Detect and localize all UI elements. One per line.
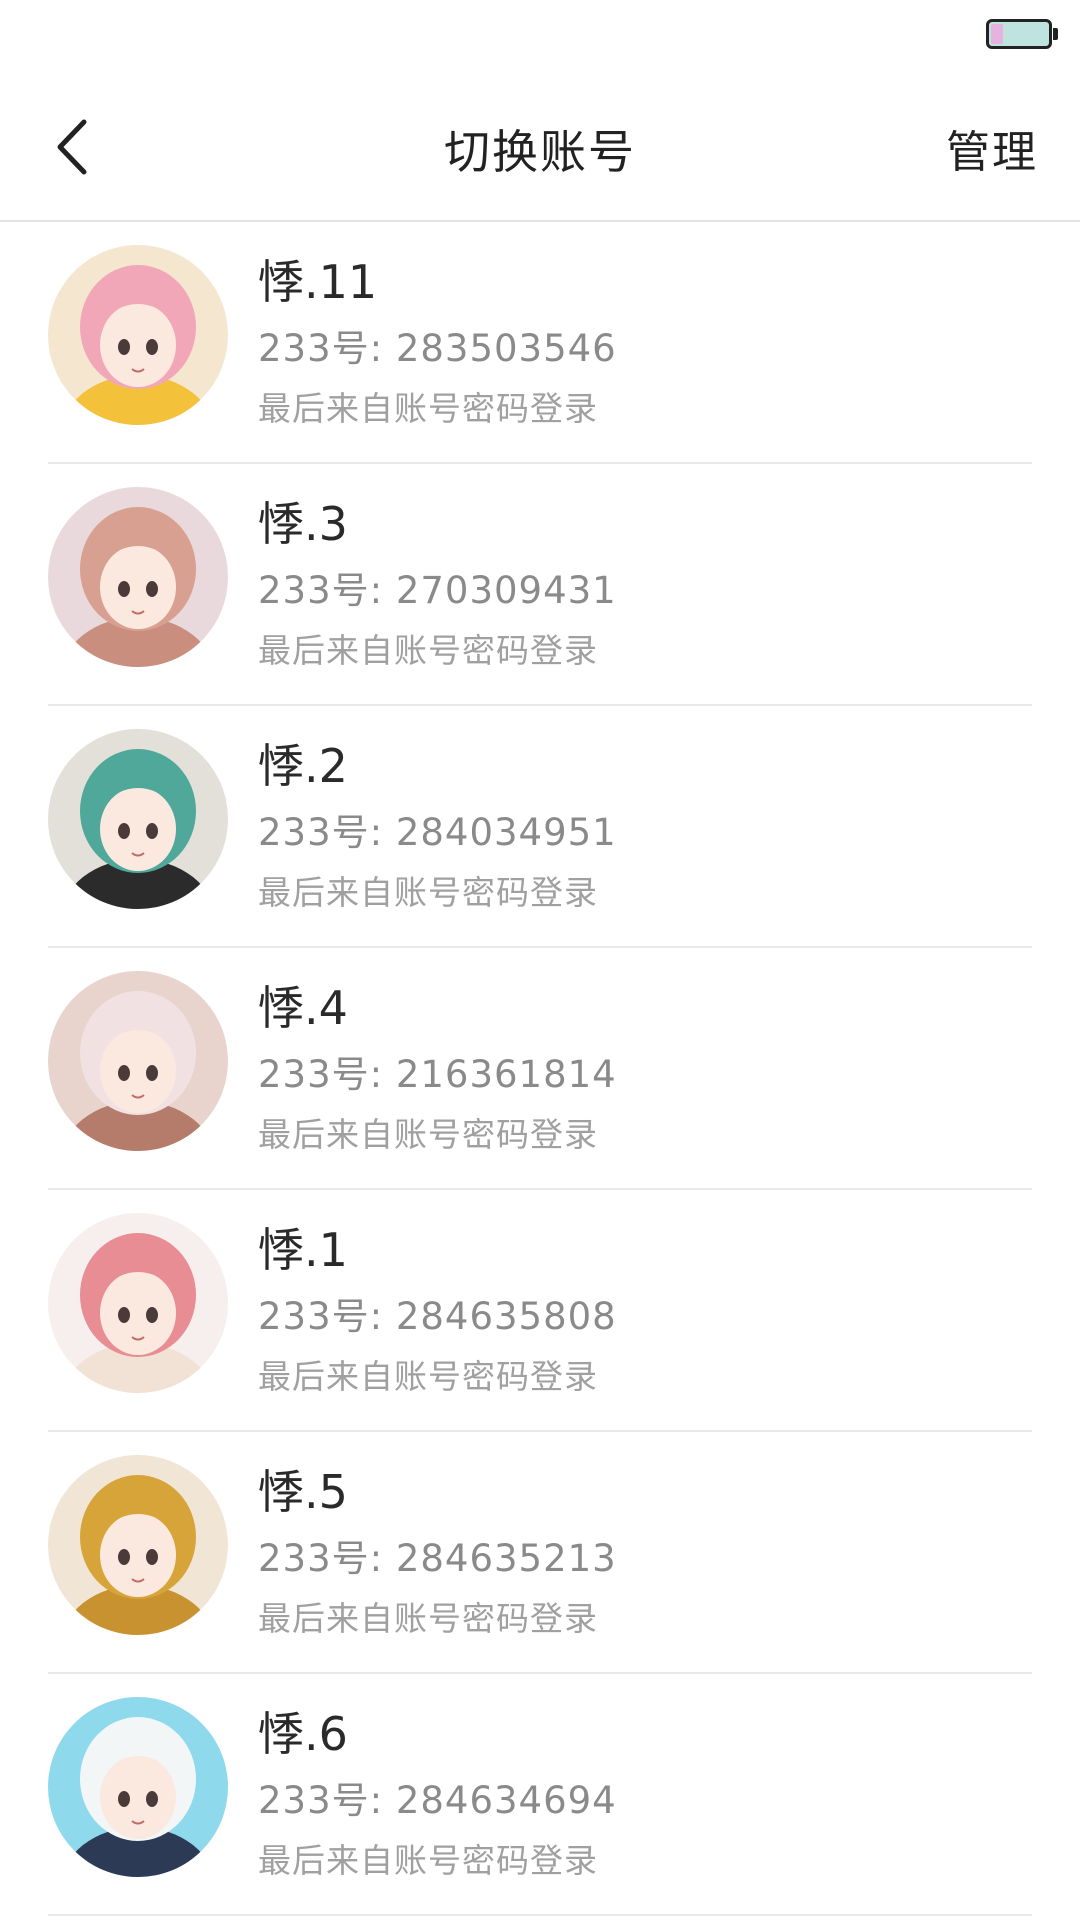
- account-nickname: 悸.4: [258, 981, 348, 1035]
- account-id: 233号: 283503546: [258, 327, 617, 370]
- account-item[interactable]: 悸.3 233号: 270309431 最后来自账号密码登录: [0, 464, 1080, 706]
- avatar-eye-left: [118, 1791, 130, 1807]
- avatar-face: [100, 1029, 176, 1113]
- account-nickname: 悸.6: [258, 1707, 348, 1761]
- avatar: [48, 1455, 228, 1635]
- account-item[interactable]: 悸.4 233号: 216361814 最后来自账号密码登录: [0, 948, 1080, 1190]
- avatar-image: [48, 1213, 228, 1393]
- page-title: 切换账号: [444, 125, 636, 179]
- divider: [48, 1914, 1032, 1916]
- account-id: 233号: 270309431: [258, 569, 617, 612]
- account-id: 233号: 216361814: [258, 1053, 617, 1096]
- last-login-method: 最后来自账号密码登录: [258, 1357, 598, 1396]
- account-id: 233号: 284634694: [258, 1779, 617, 1822]
- avatar-image: [48, 971, 228, 1151]
- avatar-face: [100, 787, 176, 871]
- last-login-method: 最后来自账号密码登录: [258, 631, 598, 670]
- avatar-eye-left: [118, 1549, 130, 1565]
- account-nickname: 悸.5: [258, 1465, 348, 1519]
- avatar: [48, 1697, 228, 1877]
- avatar: [48, 729, 228, 909]
- avatar-face: [100, 1513, 176, 1597]
- avatar-face: [100, 303, 176, 387]
- avatar-eye-right: [146, 1791, 158, 1807]
- account-item[interactable]: 悸.11 233号: 283503546 最后来自账号密码登录: [0, 222, 1080, 464]
- avatar-image: [48, 487, 228, 667]
- avatar-face: [100, 1271, 176, 1355]
- avatar-eye-right: [146, 1307, 158, 1323]
- avatar-eye-left: [118, 1307, 130, 1323]
- account-id: 233号: 284034951: [258, 811, 617, 854]
- last-login-method: 最后来自账号密码登录: [258, 873, 598, 912]
- avatar-image: [48, 729, 228, 909]
- avatar-face: [100, 1755, 176, 1839]
- account-item[interactable]: 悸.5 233号: 284635213 最后来自账号密码登录: [0, 1432, 1080, 1674]
- avatar-eye-right: [146, 581, 158, 597]
- account-item[interactable]: 悸.2 233号: 284034951 最后来自账号密码登录: [0, 706, 1080, 948]
- account-nickname: 悸.2: [258, 739, 348, 793]
- last-login-method: 最后来自账号密码登录: [258, 1115, 598, 1154]
- avatar-eye-right: [146, 1549, 158, 1565]
- account-id: 233号: 284635808: [258, 1295, 617, 1338]
- avatar: [48, 245, 228, 425]
- last-login-method: 最后来自账号密码登录: [258, 389, 598, 428]
- account-nickname: 悸.1: [258, 1223, 348, 1277]
- avatar-image: [48, 245, 228, 425]
- avatar-face: [100, 545, 176, 629]
- avatar: [48, 971, 228, 1151]
- last-login-method: 最后来自账号密码登录: [258, 1841, 598, 1880]
- battery-tip: [1053, 28, 1058, 40]
- avatar-eye-left: [118, 823, 130, 839]
- avatar-eye-left: [118, 581, 130, 597]
- account-item[interactable]: 悸.1 233号: 284635808 最后来自账号密码登录: [0, 1190, 1080, 1432]
- avatar-eye-right: [146, 339, 158, 355]
- switch-account-screen: 切换账号 管理 悸.11 233号: 283503546 最后来自账号密码登录 …: [0, 0, 1080, 1920]
- battery-icon: [986, 19, 1052, 49]
- last-login-method: 最后来自账号密码登录: [258, 1599, 598, 1638]
- avatar: [48, 1213, 228, 1393]
- avatar-eye-right: [146, 1065, 158, 1081]
- account-item[interactable]: 悸.6 233号: 284634694 最后来自账号密码登录: [0, 1674, 1080, 1916]
- avatar-image: [48, 1455, 228, 1635]
- manage-button[interactable]: 管理: [946, 116, 1038, 180]
- account-list: 悸.11 233号: 283503546 最后来自账号密码登录 悸.3 233号…: [0, 222, 1080, 1916]
- account-nickname: 悸.3: [258, 497, 348, 551]
- avatar-eye-right: [146, 823, 158, 839]
- title-bar: 切换账号 管理: [0, 72, 1080, 222]
- avatar-eye-left: [118, 1065, 130, 1081]
- battery-level: [991, 24, 1003, 44]
- account-id: 233号: 284635213: [258, 1537, 617, 1580]
- account-nickname: 悸.11: [258, 255, 378, 309]
- avatar-eye-left: [118, 339, 130, 355]
- avatar-image: [48, 1697, 228, 1877]
- avatar: [48, 487, 228, 667]
- status-bar: [0, 0, 1080, 72]
